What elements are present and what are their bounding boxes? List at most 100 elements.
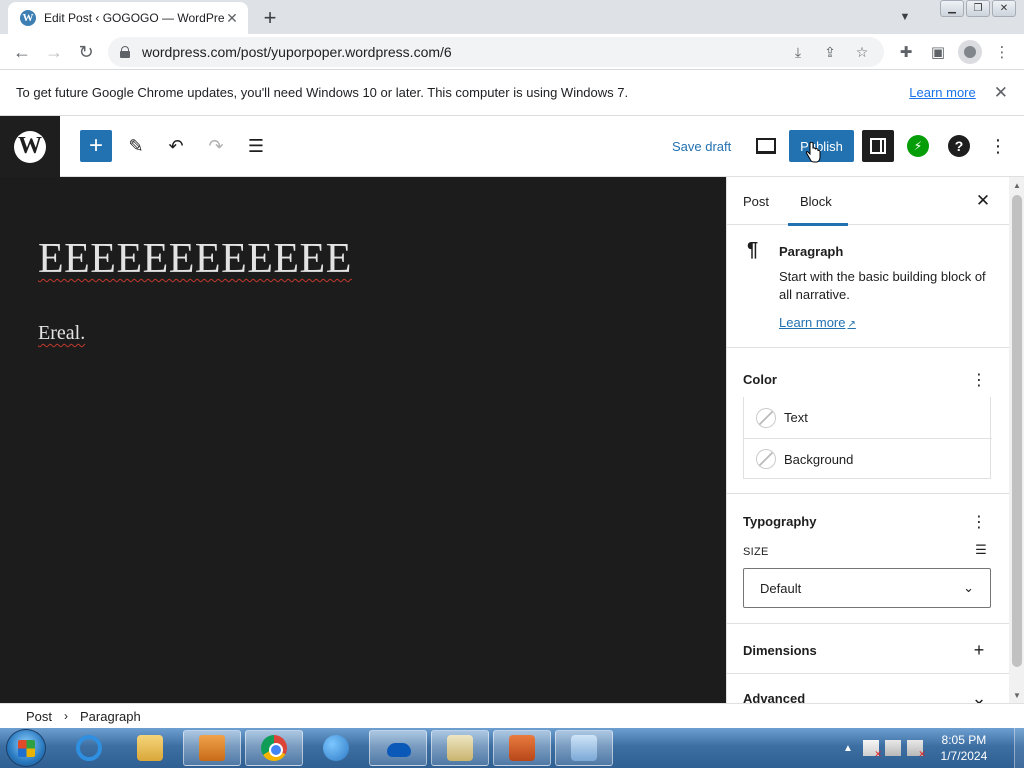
advanced-chevron-down-icon[interactable]: ⌄ xyxy=(971,688,987,704)
extensions-puzzle-icon[interactable]: ✚ xyxy=(894,40,918,64)
block-inserter-button[interactable]: + xyxy=(80,130,112,162)
forward-arrow-icon[interactable]: → xyxy=(42,40,66,64)
side-panel-icon[interactable]: ▣ xyxy=(926,40,950,64)
advanced-panel[interactable]: Advanced ⌄ xyxy=(727,674,1009,704)
external-link-icon: ↗ xyxy=(847,319,856,330)
add-dimension-plus-icon[interactable]: + xyxy=(971,640,987,660)
chrome-icon xyxy=(261,735,287,761)
breadcrumb-separator-icon: › xyxy=(64,709,69,723)
install-app-icon[interactable]: ⤓ xyxy=(786,40,810,64)
taskbar-file-explorer[interactable] xyxy=(121,730,179,766)
start-button[interactable] xyxy=(6,729,46,767)
tab-post[interactable]: Post xyxy=(743,177,769,225)
color-panel-title[interactable]: Color xyxy=(743,372,777,387)
breadcrumb-post[interactable]: Post xyxy=(26,709,52,724)
infobar-message: To get future Google Chrome updates, you… xyxy=(16,85,629,100)
color-text-item[interactable]: Text xyxy=(744,397,992,438)
infobar-close-icon[interactable]: ✕ xyxy=(994,83,1008,103)
lock-icon xyxy=(120,46,130,58)
taskbar-onedrive[interactable] xyxy=(369,730,427,766)
people-icon xyxy=(323,735,349,761)
new-tab-button[interactable]: + xyxy=(258,6,282,30)
dimensions-panel-title: Dimensions xyxy=(743,643,817,658)
block-learn-more-link[interactable]: Learn more ↗ xyxy=(779,315,856,330)
share-icon[interactable]: ⇪ xyxy=(818,40,842,64)
reload-icon[interactable]: ↻ xyxy=(74,40,98,64)
infobar-learn-more-link[interactable]: Learn more xyxy=(909,85,975,100)
windows-taskbar: ▲ 8:05 PM 1/7/2024 xyxy=(0,728,1024,768)
taskbar-media-player[interactable] xyxy=(183,730,241,766)
save-draft-button[interactable]: Save draft xyxy=(664,130,739,162)
tab-title: Edit Post ‹ GOGOGO — WordPre xyxy=(44,11,224,25)
tab-close-icon[interactable]: ✕ xyxy=(224,10,240,26)
paragraph-pilcrow-icon: ¶ xyxy=(747,239,759,261)
taskbar-clock[interactable]: 8:05 PM 1/7/2024 xyxy=(935,732,993,764)
url-text[interactable]: wordpress.com/post/yuporpoper.wordpress.… xyxy=(142,44,778,60)
taskbar-people[interactable] xyxy=(307,730,365,766)
preview-device-icon[interactable] xyxy=(752,130,780,162)
action-center-flag-icon[interactable] xyxy=(862,740,882,760)
taskbar-paint[interactable] xyxy=(555,730,613,766)
edit-mode-pencil-icon[interactable]: ✎ xyxy=(120,130,152,162)
publish-button[interactable]: Publish xyxy=(789,130,854,162)
paint-icon xyxy=(571,735,597,761)
color-background-item[interactable]: Background xyxy=(744,438,992,479)
color-background-label: Background xyxy=(784,451,854,467)
wordpress-logo-button[interactable]: W xyxy=(0,116,60,177)
show-hidden-icons-icon[interactable]: ▲ xyxy=(843,743,853,754)
post-title[interactable]: EEEEEEEEEEEE xyxy=(38,235,352,283)
window-controls: ▁ ❐ ✕ xyxy=(938,0,1016,17)
document-overview-icon[interactable]: ☰ xyxy=(240,130,272,162)
chrome-menu-icon[interactable]: ⋮ xyxy=(990,40,1014,64)
back-arrow-icon[interactable]: ← xyxy=(10,40,34,64)
close-window-button[interactable]: ✕ xyxy=(992,0,1016,17)
wordpress-favicon-icon: W xyxy=(20,10,36,26)
custom-size-sliders-icon[interactable]: ☰ xyxy=(971,540,991,560)
block-breadcrumb: Post › Paragraph xyxy=(0,703,1024,728)
bookmark-star-icon[interactable]: ☆ xyxy=(850,40,874,64)
address-bar[interactable]: wordpress.com/post/yuporpoper.wordpress.… xyxy=(108,37,884,67)
taskbar-internet-explorer[interactable] xyxy=(60,730,118,766)
dimensions-panel[interactable]: Dimensions + xyxy=(727,624,1009,674)
profile-avatar-icon[interactable] xyxy=(958,40,982,64)
taskbar-tools[interactable] xyxy=(493,730,551,766)
chevron-down-icon: ⌄ xyxy=(963,580,974,595)
help-icon[interactable]: ? xyxy=(948,135,970,157)
settings-sidebar-toggle-icon[interactable] xyxy=(862,130,894,162)
update-infobar: To get future Google Chrome updates, you… xyxy=(0,70,1024,116)
color-options-kebab-icon[interactable]: ⋮ xyxy=(971,370,987,390)
sidebar-scrollbar[interactable]: ▲ ▼ xyxy=(1009,177,1024,703)
network-icon[interactable] xyxy=(884,740,901,756)
undo-icon[interactable]: ↶ xyxy=(160,130,192,162)
jetpack-bolt-icon[interactable]: ⚡ xyxy=(907,135,929,157)
tab-search-chevron-icon[interactable]: ▼ xyxy=(896,8,914,26)
tab-block[interactable]: Block xyxy=(788,177,848,226)
background-color-swatch-icon xyxy=(756,449,776,469)
redo-icon[interactable]: ↷ xyxy=(200,130,232,162)
explorer-window-icon xyxy=(447,735,473,761)
typography-options-kebab-icon[interactable]: ⋮ xyxy=(971,512,987,532)
scroll-down-arrow-icon[interactable]: ▼ xyxy=(1009,687,1024,703)
restore-button[interactable]: ❐ xyxy=(966,0,990,17)
scrollbar-thumb[interactable] xyxy=(1012,195,1022,667)
block-learn-more-label: Learn more xyxy=(779,315,846,330)
font-size-select[interactable]: Default ⌄ xyxy=(743,568,991,608)
show-desktop-button[interactable] xyxy=(1014,728,1024,768)
taskbar-explorer-window[interactable] xyxy=(431,730,489,766)
close-sidebar-icon[interactable]: ✕ xyxy=(971,189,995,213)
scroll-up-arrow-icon[interactable]: ▲ xyxy=(1009,177,1024,193)
volume-muted-icon[interactable] xyxy=(906,740,926,760)
block-card: ¶ Paragraph Start with the basic buildin… xyxy=(727,225,1009,348)
breadcrumb-paragraph[interactable]: Paragraph xyxy=(80,709,141,724)
options-kebab-icon[interactable]: ⋮ xyxy=(986,130,1010,162)
editor-header: W + ✎ ↶ ↷ ☰ Save draft Publish ⚡ ? ⋮ xyxy=(0,116,1024,177)
minimize-button[interactable]: ▁ xyxy=(940,0,964,17)
typography-panel-title[interactable]: Typography xyxy=(743,514,816,529)
taskbar-chrome[interactable] xyxy=(245,730,303,766)
color-settings-list: Text Background xyxy=(743,397,992,479)
tools-icon xyxy=(509,735,535,761)
hand-pointer-cursor-icon xyxy=(805,142,821,163)
wordpress-logo-icon: W xyxy=(14,130,46,163)
paragraph-block[interactable]: Ereal. xyxy=(38,322,85,345)
browser-tab[interactable]: W Edit Post ‹ GOGOGO — WordPre ✕ xyxy=(8,2,248,34)
